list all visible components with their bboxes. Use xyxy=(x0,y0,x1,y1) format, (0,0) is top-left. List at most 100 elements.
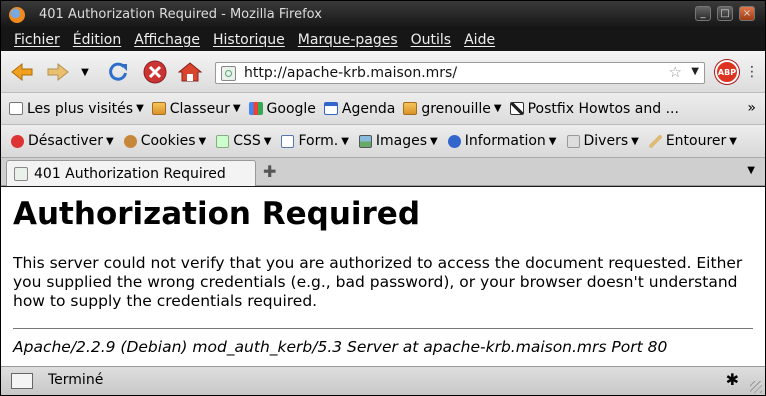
chevron-down-icon: ▼ xyxy=(341,135,349,147)
google-icon xyxy=(248,102,263,115)
disable-icon xyxy=(11,134,24,148)
webdev-css[interactable]: CSS ▼ xyxy=(216,133,271,149)
back-button[interactable] xyxy=(9,60,35,84)
webdev-label: Désactiver xyxy=(28,133,103,149)
menu-historique[interactable]: Historique xyxy=(213,32,285,48)
stop-icon xyxy=(143,60,167,84)
forward-button[interactable] xyxy=(45,60,71,84)
menu-outils[interactable]: Outils xyxy=(411,32,451,48)
chevron-down-icon: ▼ xyxy=(631,135,639,147)
error-message: This server could not verify that you ar… xyxy=(13,254,743,310)
status-panel-icon xyxy=(11,373,33,389)
bookmark-star-icon[interactable]: ☆ xyxy=(669,63,682,81)
webdev-information[interactable]: Information ▼ xyxy=(447,133,557,149)
webdev-label: Information xyxy=(464,133,546,149)
menu-marque-pages[interactable]: Marque-pages xyxy=(298,32,398,48)
address-bar[interactable]: http://apache-krb.maison.mrs/ ☆ ▼ xyxy=(215,62,705,84)
tab-401-authorization-required[interactable]: 401 Authorization Required xyxy=(6,160,256,186)
chevron-down-icon: ▼ xyxy=(430,135,438,147)
webdev-label: Divers xyxy=(583,133,629,149)
images-icon xyxy=(358,134,372,148)
bookmark-label: grenouille xyxy=(421,100,491,117)
server-signature: Apache/2.2.9 (Debian) mod_auth_kerb/5.3 … xyxy=(13,338,668,356)
adblock-plus-icon[interactable]: ABP xyxy=(715,60,739,84)
postfix-icon xyxy=(509,102,524,115)
status-bar: Terminé ✱ xyxy=(1,366,765,395)
stop-button[interactable] xyxy=(142,60,168,84)
bookmark-google[interactable]: Google xyxy=(248,100,316,117)
toolbar-grip-icon: ⋮ xyxy=(745,64,759,80)
chevron-down-icon: ▼ xyxy=(106,135,114,147)
home-icon xyxy=(178,62,202,82)
page-content: Authorization Required This server could… xyxy=(1,187,765,366)
bookmark-label: Agenda xyxy=(341,100,396,117)
webdev-label: Form. xyxy=(298,133,339,149)
new-tab-icon[interactable]: ✚ xyxy=(263,162,276,181)
chevron-down-icon: ▼ xyxy=(198,135,207,147)
firefox-logo-icon xyxy=(9,7,25,23)
information-icon xyxy=(447,134,461,148)
webdev-label: CSS xyxy=(233,133,261,149)
folder-icon xyxy=(403,102,418,115)
window-title: 401 Authorization Required - Mozilla Fir… xyxy=(39,7,322,22)
menu-fichier[interactable]: Fichier xyxy=(14,32,60,48)
webdev-cookies[interactable]: Cookies ▼ xyxy=(123,133,207,149)
bookmark-label: Postfix Howtos and ... xyxy=(527,100,679,117)
history-dropdown[interactable]: ▼ xyxy=(77,60,93,84)
cookies-icon xyxy=(123,134,137,148)
calendar-icon xyxy=(323,102,338,115)
resize-grip-icon[interactable] xyxy=(750,381,762,393)
home-button[interactable] xyxy=(177,60,203,84)
chevron-down-icon: ▼ xyxy=(493,103,502,114)
chevron-down-icon: ▼ xyxy=(729,135,737,147)
list-all-tabs-icon[interactable]: ▼ xyxy=(747,165,755,176)
chevron-down-icon: ▼ xyxy=(232,103,241,114)
bookmark-grenouille[interactable]: grenouille ▼ xyxy=(403,100,502,117)
firebug-icon[interactable]: ✱ xyxy=(726,370,739,389)
webdev-forms[interactable]: Form. ▼ xyxy=(281,133,349,149)
folder-icon xyxy=(151,102,166,115)
bookmark-classeur[interactable]: Classeur ▼ xyxy=(151,100,241,117)
page-heading: Authorization Required xyxy=(13,196,421,232)
tab-favicon-icon xyxy=(14,167,28,181)
navigation-toolbar: ▼ http://apache-krb.maison.mrs/ ☆ ▼ ABP … xyxy=(1,51,765,93)
bookmark-label: Google xyxy=(266,100,316,117)
url-text: http://apache-krb.maison.mrs/ xyxy=(244,65,458,81)
more-bookmarks-chevron-icon[interactable]: » xyxy=(747,100,756,116)
forward-arrow-icon xyxy=(47,62,69,82)
menu-aide[interactable]: Aide xyxy=(464,32,495,48)
smart-folder-icon xyxy=(9,102,23,115)
bookmark-postfix-howtos[interactable]: Postfix Howtos and ... xyxy=(509,100,679,117)
bookmark-label: Classeur xyxy=(169,100,230,117)
webdev-desactiver[interactable]: Désactiver ▼ xyxy=(11,133,114,149)
menu-edition[interactable]: Édition xyxy=(73,32,121,48)
css-icon xyxy=(216,134,230,148)
tab-label: 401 Authorization Required xyxy=(34,166,226,182)
maximize-button[interactable]: □ xyxy=(717,6,733,21)
menu-bar: Fichier Édition Affichage Historique Mar… xyxy=(1,29,765,51)
back-arrow-icon xyxy=(11,62,33,82)
webdev-divers[interactable]: Divers ▼ xyxy=(566,133,639,149)
url-dropdown-icon[interactable]: ▼ xyxy=(691,66,699,77)
close-window-button[interactable]: × xyxy=(739,6,755,21)
title-bar: 401 Authorization Required - Mozilla Fir… xyxy=(1,1,765,29)
reload-button[interactable] xyxy=(105,60,131,84)
menu-affichage[interactable]: Affichage xyxy=(134,32,200,48)
bookmark-les-plus-visites[interactable]: Les plus visités ▼ xyxy=(9,101,144,117)
bookmarks-toolbar: Les plus visités ▼ Classeur ▼ Google Agend… xyxy=(1,93,765,125)
site-favicon-icon xyxy=(221,66,236,81)
divider xyxy=(13,328,753,329)
bookmark-agenda[interactable]: Agenda xyxy=(323,100,396,117)
chevron-down-icon: ▼ xyxy=(136,103,144,114)
forms-icon xyxy=(281,134,295,148)
minimize-button[interactable]: _ xyxy=(695,6,711,21)
webdev-entourer[interactable]: Entourer ▼ xyxy=(648,133,737,149)
webdev-images[interactable]: Images ▼ xyxy=(358,133,438,149)
chevron-down-icon: ▼ xyxy=(263,135,272,147)
chevron-down-icon: ▼ xyxy=(548,135,557,147)
browser-window: 401 Authorization Required - Mozilla Fir… xyxy=(0,0,766,396)
reload-icon xyxy=(109,62,127,81)
status-text: Terminé xyxy=(48,372,104,388)
webdev-label: Images xyxy=(375,133,428,149)
tab-strip: 401 Authorization Required ✚ ▼ xyxy=(1,158,765,186)
